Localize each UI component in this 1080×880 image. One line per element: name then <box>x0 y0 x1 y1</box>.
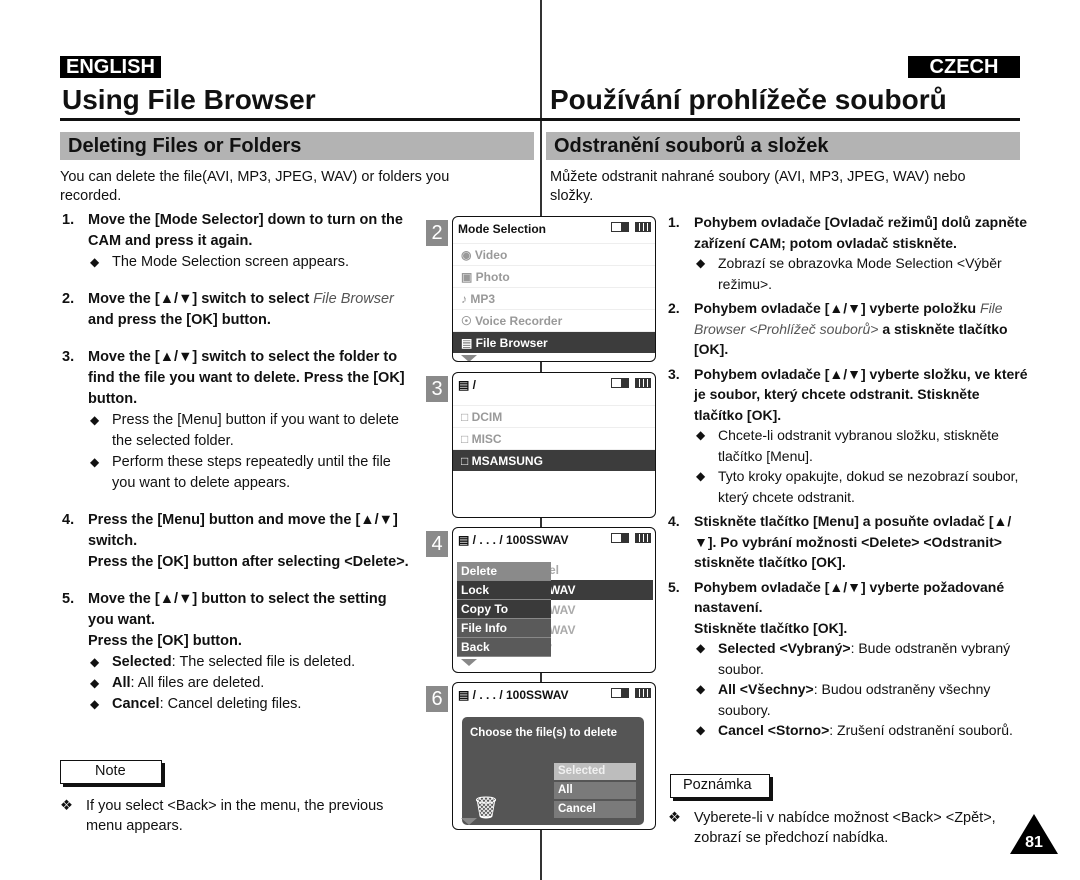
screen-delete-dialog: ▤ / . . . / 100SSWAV Choose the file(s) … <box>452 682 656 830</box>
menu-item-file-info[interactable]: File Info <box>457 619 551 638</box>
scroll-down-icon <box>461 355 477 361</box>
bullet: Perform these steps repeatedly until the… <box>88 452 412 494</box>
step-2: 2. Pohybem ovladače [▲/▼] vyberte položku… <box>668 300 1008 357</box>
screen-number: 2 <box>426 220 448 246</box>
menu-item-lock[interactable]: Lock <box>457 581 551 600</box>
screen-header: Mode Selection <box>453 217 655 243</box>
bullet: Zobrazí se obrazovka Mode Selection <Výb… <box>694 253 1028 294</box>
folder-item[interactable]: □ MISC <box>453 427 655 449</box>
option-cancel[interactable]: Cancel <box>554 801 636 818</box>
title-rule <box>60 118 542 121</box>
battery-icon <box>635 222 651 232</box>
note-english: ❖ If you select <Back> in the menu, the p… <box>60 798 384 834</box>
screen-number: 4 <box>426 531 448 557</box>
bullet: All <Všechny>: Budou odstraněny všechny … <box>694 679 1028 720</box>
step-4: 4. Stiskněte tlačítko [Menu] a posuňte ov… <box>668 513 1012 570</box>
battery-icon <box>635 378 651 388</box>
step-5: 5. Move the [▲/▼] button to select the se… <box>62 589 412 715</box>
screen-header: ▤ / . . . / 100SSWAV <box>453 683 655 709</box>
language-badge-czech: CZECH <box>908 56 1020 78</box>
screen-header: ▤ / . . . / 100SSWAV <box>453 528 655 554</box>
step-5: 5. Pohybem ovladače [▲/▼] vyberte požadov… <box>668 577 1028 741</box>
section-heading-english: Deleting Files or Folders <box>60 132 534 160</box>
steps-english: 1. Move the [Mode Selector] down to turn … <box>62 210 412 719</box>
bullet: All: All files are deleted. <box>88 673 412 694</box>
step-2: 2. Move the [▲/▼] switch to select File B… <box>62 291 394 328</box>
steps-czech: 1. Pohybem ovladače [Ovladač režimů] dolů… <box>668 212 1028 745</box>
step-3: 3. Pohybem ovladače [▲/▼] vyberte složku,… <box>668 364 1028 508</box>
menu-item-back[interactable]: Back <box>457 638 551 657</box>
context-menu: Delete Lock Copy To File Info Back <box>457 562 551 657</box>
screen-number: 6 <box>426 686 448 712</box>
menu-item-mp3[interactable]: ♪ MP3 <box>453 287 655 309</box>
screen-mode-selection: Mode Selection ◉ Video ▣ Photo ♪ MP3 ☉ V… <box>452 216 656 362</box>
language-badge-english: ENGLISH <box>60 56 161 78</box>
screen-header: ▤ / <box>453 373 655 399</box>
note-label-czech: Poznámka <box>670 774 770 798</box>
page-title-english: Using File Browser <box>62 84 316 115</box>
bullet: Selected <Vybraný>: Bude odstraněn vybra… <box>694 638 1028 679</box>
bullet: The Mode Selection screen appears. <box>88 252 412 273</box>
folder-item[interactable]: □ MSAMSUNG <box>453 449 655 471</box>
page-number: 81 <box>1025 834 1043 851</box>
option-selected[interactable]: Selected <box>554 763 636 780</box>
menu-item-voice-recorder[interactable]: ☉ Voice Recorder <box>453 309 655 331</box>
note-czech: ❖ Vyberete-li v nabídce možnost <Back> <Z… <box>668 810 996 846</box>
bullet: Cancel <Storno>: Zrušení odstranění soub… <box>694 720 1028 741</box>
screen-number: 3 <box>426 376 448 402</box>
menu-item-file-browser[interactable]: ▤ File Browser <box>453 331 655 353</box>
menu-item-photo[interactable]: ▣ Photo <box>453 265 655 287</box>
delete-dialog: Choose the file(s) to delete Selected Al… <box>462 717 644 825</box>
dialog-question: Choose the file(s) to delete <box>470 727 617 739</box>
intro-english: You can delete the file(AVI, MP3, JPEG, … <box>60 169 450 204</box>
scroll-down-icon <box>461 659 477 666</box>
battery-icon <box>635 688 651 698</box>
memory-icon <box>611 378 629 388</box>
bullet: Press the [Menu] button if you want to d… <box>88 410 412 452</box>
bullet: Cancel: Cancel deleting files. <box>88 694 412 715</box>
screen-file-menu: ▤ / . . . / 100SSWAV el WAV WAV WAV SWAV… <box>452 527 656 673</box>
step-1: 1. Pohybem ovladače [Ovladač režimů] dolů… <box>668 212 1028 294</box>
page-title-czech: Používání prohlížeče souborů <box>550 84 947 115</box>
bullet: Tyto kroky opakujte, dokud se nezobrazí … <box>694 466 1028 507</box>
step-3: 3. Move the [▲/▼] switch to select the fo… <box>62 347 412 494</box>
memory-icon <box>611 688 629 698</box>
menu-item-video[interactable]: ◉ Video <box>453 243 655 265</box>
option-all[interactable]: All <box>554 782 636 799</box>
bullet: Chcete-li odstranit vybranou složku, sti… <box>694 425 1028 466</box>
memory-icon <box>611 222 629 232</box>
bullet: Selected: The selected file is deleted. <box>88 652 412 673</box>
note-label-english: Note <box>60 760 162 784</box>
menu-item-delete[interactable]: Delete <box>457 562 551 581</box>
step-1: 1. Move the [Mode Selector] down to turn … <box>62 210 412 273</box>
section-heading-czech: Odstranění souborů a složek <box>546 132 1020 160</box>
intro-czech: Můžete odstranit nahrané soubory (AVI, M… <box>550 169 966 204</box>
folder-item[interactable]: □ DCIM <box>453 405 655 427</box>
battery-icon <box>635 533 651 543</box>
title-rule <box>540 118 1020 121</box>
memory-icon <box>611 533 629 543</box>
screen-folder-list: ▤ / □ DCIM □ MISC □ MSAMSUNG <box>452 372 656 518</box>
scroll-down-icon <box>461 818 477 825</box>
step-4: 4. Press the [Menu] button and move the [… <box>62 512 409 570</box>
menu-item-copy-to[interactable]: Copy To <box>457 600 551 619</box>
